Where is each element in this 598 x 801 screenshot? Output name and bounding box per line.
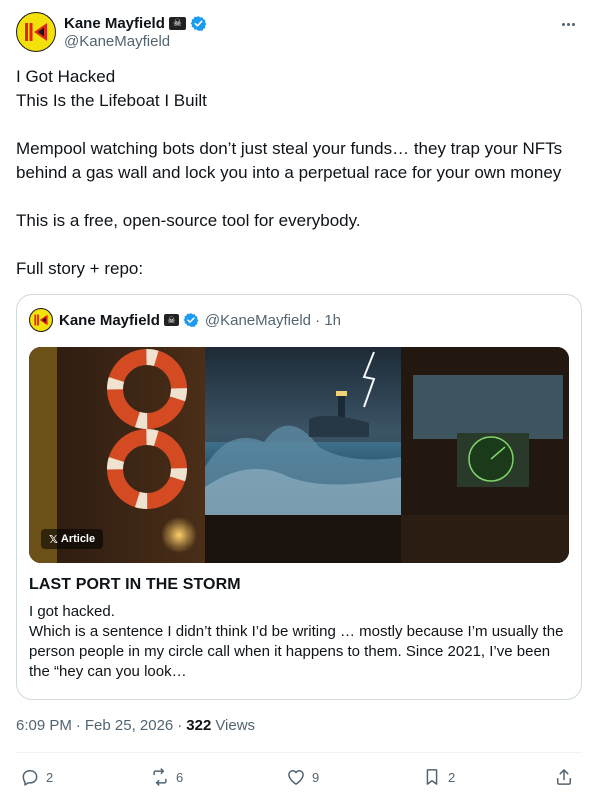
share-button[interactable]: [554, 762, 574, 792]
quote-header: Kane Mayfield ☠ @KaneMayfield · 1h: [29, 308, 341, 332]
excerpt-line: Which is a sentence I didn’t think I’d b…: [29, 623, 564, 680]
verified-badge-icon[interactable]: [190, 15, 207, 32]
author-handle[interactable]: @KaneMayfield: [64, 33, 170, 50]
article-badge-label: Article: [60, 533, 96, 545]
tweet-header: Kane Mayfield ☠ @KaneMayfield: [16, 12, 582, 56]
name-row: Kane Mayfield ☠: [64, 13, 207, 33]
bookmark-count: 2: [448, 769, 456, 785]
bookmark-icon: [426, 769, 438, 785]
action-bar: 2 6 9 2: [16, 762, 582, 792]
reply-count: 2: [46, 769, 54, 785]
excerpt-line: I got hacked.: [29, 603, 115, 620]
article-title[interactable]: LAST PORT IN THE STORM: [29, 576, 241, 594]
avatar[interactable]: [16, 12, 56, 52]
like-button[interactable]: 9: [286, 762, 319, 792]
tweet-line: I Got Hacked: [16, 67, 116, 86]
tweet-text: I Got Hacked This Is the Lifeboat I Buil…: [16, 65, 582, 281]
bookmark-button[interactable]: 2: [422, 762, 455, 792]
article-excerpt: I got hacked. Which is a sentence I didn…: [29, 602, 569, 682]
like-icon: [288, 770, 304, 785]
tweet-time[interactable]: 6:09 PM: [16, 717, 72, 734]
tweet-line: Mempool watching bots don’t just steal y…: [16, 139, 563, 182]
meta-separator: ·: [177, 717, 183, 734]
share-icon: [557, 769, 571, 785]
repost-count: 6: [176, 769, 184, 785]
article-cover-image[interactable]: 𝕏 Article: [29, 347, 569, 563]
divider: [16, 752, 582, 753]
quote-display-name[interactable]: Kane Mayfield: [59, 312, 160, 329]
views-count: 322: [186, 717, 212, 734]
tweet-line: This is a free, open-source tool for eve…: [16, 211, 361, 230]
tweet-line: Full story + repo:: [16, 259, 144, 278]
more-horizontal-icon[interactable]: [558, 14, 578, 34]
quoted-article-card[interactable]: Kane Mayfield ☠ @KaneMayfield · 1h 𝕏 Art…: [16, 294, 582, 700]
reply-icon: [22, 770, 38, 786]
verified-badge-icon: [183, 313, 199, 327]
rewind-logo-icon: [25, 23, 47, 41]
article-badge: 𝕏 Article: [41, 529, 104, 549]
skull-crossbones-flag-icon: ☠: [163, 314, 179, 326]
meta-separator: ·: [75, 717, 81, 734]
rewind-logo-icon: [34, 314, 48, 326]
skull-crossbones-flag-icon: ☠: [168, 16, 186, 30]
tweet-line: This Is the Lifeboat I Built: [16, 91, 207, 110]
x-logo-icon: 𝕏: [49, 533, 58, 546]
quote-handle-time[interactable]: @KaneMayfield · 1h: [205, 312, 341, 329]
views-label: Views: [215, 717, 256, 734]
repost-button[interactable]: 6: [150, 762, 183, 792]
tweet-meta: 6:09 PM · Feb 25, 2026 · 322 Views: [16, 717, 255, 734]
like-count: 9: [312, 769, 320, 785]
repost-icon: [153, 768, 167, 786]
quote-avatar[interactable]: [29, 308, 53, 332]
tweet-date[interactable]: Feb 25, 2026: [85, 717, 173, 734]
reply-button[interactable]: 2: [20, 762, 53, 792]
author-display-name[interactable]: Kane Mayfield: [64, 15, 165, 32]
